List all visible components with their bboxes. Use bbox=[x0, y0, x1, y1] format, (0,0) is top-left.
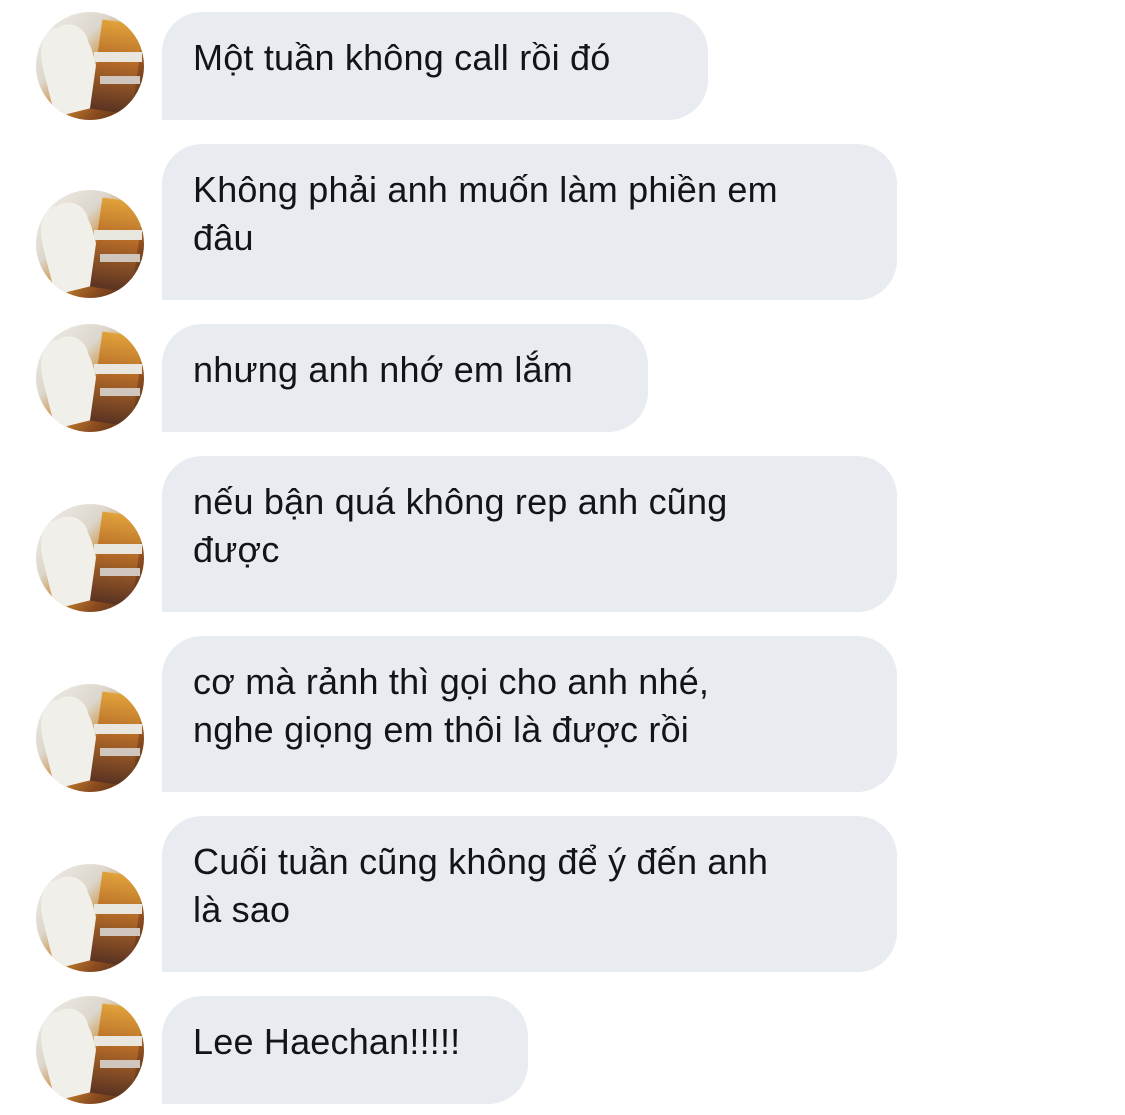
sender-avatar[interactable] bbox=[36, 12, 144, 120]
sender-avatar[interactable] bbox=[36, 324, 144, 432]
message-row: Cuối tuần cũng không để ý đến anh là sao bbox=[0, 816, 1125, 972]
sender-avatar[interactable] bbox=[36, 996, 144, 1104]
message-bubble[interactable]: Một tuần không call rồi đó bbox=[162, 12, 708, 120]
message-bubble[interactable]: Cuối tuần cũng không để ý đến anh là sao bbox=[162, 816, 897, 972]
message-thread: Một tuần không call rồi đó Không phải an… bbox=[0, 0, 1125, 1115]
message-row: Không phải anh muốn làm phiền em đâu bbox=[0, 144, 1125, 300]
message-row: cơ mà rảnh thì gọi cho anh nhé, nghe giọ… bbox=[0, 636, 1125, 792]
message-row: nhưng anh nhớ em lắm bbox=[0, 324, 1125, 432]
message-row: Một tuần không call rồi đó bbox=[0, 12, 1125, 120]
message-bubble[interactable]: nhưng anh nhớ em lắm bbox=[162, 324, 648, 432]
message-row: nếu bận quá không rep anh cũng được bbox=[0, 456, 1125, 612]
message-bubble[interactable]: Không phải anh muốn làm phiền em đâu bbox=[162, 144, 897, 300]
message-bubble[interactable]: nếu bận quá không rep anh cũng được bbox=[162, 456, 897, 612]
sender-avatar[interactable] bbox=[36, 864, 144, 972]
sender-avatar[interactable] bbox=[36, 190, 144, 298]
sender-avatar[interactable] bbox=[36, 504, 144, 612]
message-bubble[interactable]: cơ mà rảnh thì gọi cho anh nhé, nghe giọ… bbox=[162, 636, 897, 792]
message-bubble[interactable]: Lee Haechan!!!!! bbox=[162, 996, 528, 1104]
sender-avatar[interactable] bbox=[36, 684, 144, 792]
message-row: Lee Haechan!!!!! bbox=[0, 996, 1125, 1104]
